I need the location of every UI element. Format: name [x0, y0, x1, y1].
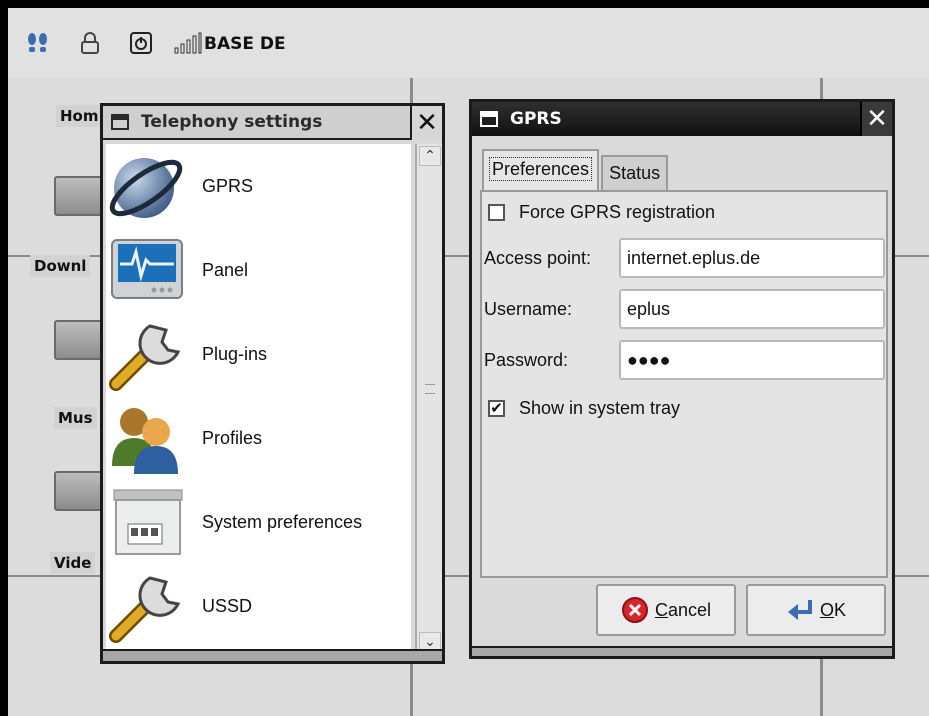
scroll-up-icon[interactable]: ⌃ [419, 146, 441, 166]
list-item-label: GPRS [202, 175, 254, 196]
globe-icon [106, 148, 188, 224]
button-label: ancel [667, 599, 712, 620]
window-titlebar[interactable]: Telephony settings ✕ [103, 106, 442, 140]
footsteps-icon[interactable] [26, 32, 50, 58]
ok-button[interactable]: OK [746, 584, 886, 636]
folder-icon[interactable] [54, 471, 106, 511]
desktop-label-home[interactable]: Hom [56, 105, 103, 127]
window-bottom-border[interactable] [472, 646, 892, 656]
window-title: GPRS [510, 109, 562, 129]
list-item-label: Profiles [202, 427, 263, 448]
telephony-settings-window: Telephony settings ✕ GPRS Panel Plug-ins [100, 103, 445, 664]
folder-icon[interactable] [54, 320, 106, 360]
password-field[interactable]: ●●●● [619, 340, 885, 380]
username-label: Username: [484, 299, 573, 319]
wrench-icon [106, 316, 188, 392]
window-menu-icon[interactable] [480, 111, 498, 127]
button-label: K [834, 599, 847, 620]
scrollbar-grip[interactable] [425, 384, 435, 394]
list-item-label: USSD [202, 595, 253, 616]
list-item-panel[interactable]: Panel [106, 228, 411, 312]
window-bottom-border[interactable] [103, 649, 442, 661]
access-point-label: Access point: [484, 248, 592, 268]
preferences-pane: Force GPRS registration Access point: in… [480, 190, 888, 578]
checkbox[interactable] [488, 204, 505, 221]
mnemonic-letter: C [654, 599, 668, 620]
signal-icon[interactable] [174, 32, 202, 58]
list-item-label: Panel [202, 259, 249, 280]
desktop-label-music[interactable]: Mus [54, 407, 97, 429]
enter-arrow-icon [787, 600, 812, 620]
lock-icon[interactable] [80, 32, 100, 58]
cancel-button[interactable]: Cancel [596, 584, 736, 636]
window-titlebar[interactable]: GPRS ✕ [472, 102, 892, 136]
tab-status[interactable]: Status [601, 155, 669, 190]
tab-preferences[interactable]: Preferences [482, 149, 600, 190]
settings-list: GPRS Panel Plug-ins Profiles System pref… [106, 144, 411, 652]
list-item-profiles[interactable]: Profiles [106, 396, 411, 480]
checkbox[interactable]: ✔ [488, 400, 505, 417]
control-panel-icon [106, 484, 188, 560]
password-label: Password: [484, 350, 569, 370]
access-point-field[interactable]: internet.eplus.de [619, 238, 885, 278]
wrench-icon [106, 568, 188, 644]
force-gprs-registration-checkbox[interactable]: Force GPRS registration [488, 202, 715, 223]
desktop-label-videos[interactable]: Vide [50, 552, 96, 574]
list-item-system-preferences[interactable]: System preferences [106, 480, 411, 564]
close-button[interactable]: ✕ [860, 102, 892, 136]
gprs-dialog: GPRS ✕ Preferences Status Force GPRS reg… [469, 99, 895, 659]
top-panel: BASE DE [8, 8, 929, 78]
list-item-gprs[interactable]: GPRS [106, 144, 411, 228]
checkbox-label: Show in system tray [519, 398, 681, 418]
window-title: Telephony settings [141, 112, 323, 132]
power-icon[interactable] [130, 32, 152, 58]
window-menu-icon[interactable] [111, 114, 129, 130]
monitor-icon [106, 232, 188, 308]
checkbox-label: Force GPRS registration [519, 202, 716, 222]
list-item-plugins[interactable]: Plug-ins [106, 312, 411, 396]
show-in-system-tray-checkbox[interactable]: ✔ Show in system tray [488, 398, 680, 419]
list-item-label: Plug-ins [202, 343, 268, 364]
tab-bar: Preferences Status [482, 146, 670, 190]
network-operator-label: BASE DE [204, 34, 286, 54]
mnemonic-letter: O [819, 599, 834, 620]
vertical-scrollbar[interactable]: ⌃ ⌄ [415, 144, 442, 654]
cancel-icon [621, 597, 648, 623]
users-icon [106, 400, 188, 476]
close-button[interactable]: ✕ [410, 106, 442, 140]
desktop-label-downloads[interactable]: Downl [30, 255, 91, 277]
username-field[interactable]: eplus [619, 289, 885, 329]
list-item-label: System preferences [202, 511, 363, 532]
folder-icon[interactable] [54, 176, 106, 216]
list-item-ussd[interactable]: USSD [106, 564, 411, 648]
